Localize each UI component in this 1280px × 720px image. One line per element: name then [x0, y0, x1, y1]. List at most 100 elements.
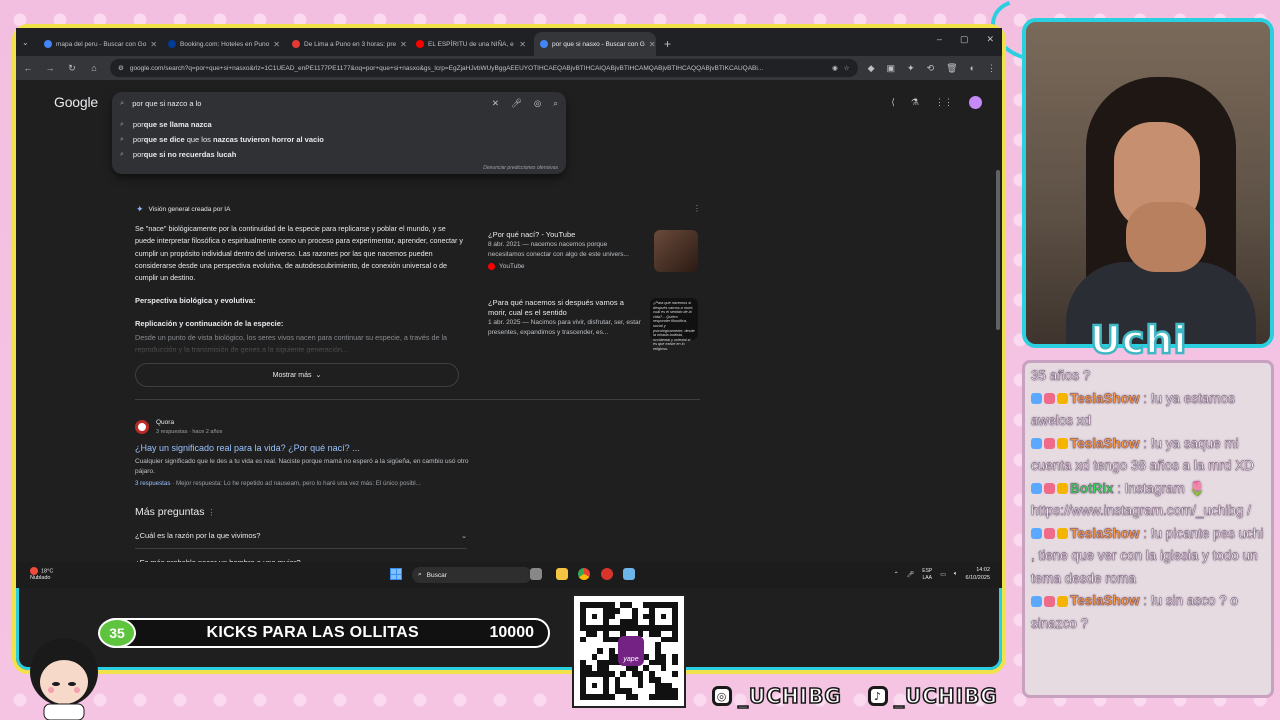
profile-icon[interactable]: ◐: [970, 63, 975, 74]
file-explorer-icon[interactable]: [556, 568, 568, 580]
menu-icon[interactable]: ⋮: [987, 63, 996, 74]
show-more-button[interactable]: Mostrar más ⌄: [135, 363, 459, 387]
language-indicator[interactable]: ESP LAA: [922, 568, 932, 582]
video-title[interactable]: ¿Para qué nacemos si después vamos a mor…: [488, 298, 644, 318]
chat-username: BotRix: [1070, 480, 1114, 496]
forward-icon[interactable]: →: [44, 63, 56, 73]
tab-4[interactable]: por que si nasxo - Buscar con G ✕: [534, 32, 656, 56]
goal-target: 10000: [489, 624, 535, 641]
more-options-icon[interactable]: ⋮: [693, 204, 701, 213]
answers-link[interactable]: 3 respuestas: [135, 480, 170, 487]
tab-favicon-icon: [416, 40, 424, 48]
task-view-icon[interactable]: [530, 568, 542, 580]
search-icon: ⌕: [120, 98, 125, 107]
chat-badge-icon: [1057, 595, 1068, 607]
chat-badge-icon: [1057, 483, 1068, 495]
close-tab-icon[interactable]: ✕: [649, 40, 656, 49]
video-thumbnail[interactable]: ¿Para qué nacemos si después vamos a mor…: [650, 298, 698, 351]
suggestion-item[interactable]: ⌕ porque se dice que los nazcas tuvieron…: [120, 135, 324, 144]
suggestion-completion: que se dice: [143, 135, 185, 144]
new-tab-button[interactable]: +: [658, 32, 677, 56]
video-title[interactable]: ¿Por qué nací? - YouTube: [488, 230, 644, 240]
suggestion-completion: nazcas tuvieron horror al vacio: [212, 135, 324, 144]
bookmark-star-icon[interactable]: ☆: [844, 64, 850, 72]
chat-badge-icon: [1044, 528, 1055, 540]
tiktok-handle: ♪ _UCHIBG: [868, 683, 998, 709]
search-submit-icon[interactable]: ⌕: [553, 98, 558, 109]
google-header-actions: ⟨ ⚗ ⋮⋮: [891, 96, 982, 109]
video-thumbnail[interactable]: [654, 230, 698, 272]
microphone-icon[interactable]: 🎤︎: [907, 571, 915, 578]
close-tab-icon[interactable]: ✕: [150, 40, 157, 49]
app-icon[interactable]: [601, 568, 613, 580]
chat-badge-icon: [1044, 595, 1055, 607]
address-bar[interactable]: ⚙ google.com/search?q=por+que+si+nasxo&r…: [110, 59, 858, 77]
apps-grid-icon[interactable]: ⋮⋮: [935, 97, 953, 108]
chrome-icon[interactable]: [578, 568, 590, 580]
search-query[interactable]: por que si nazco a lo: [132, 99, 484, 108]
suggestion-item[interactable]: ⌕ porque si no recuerdas lucah: [120, 150, 236, 159]
microphone-icon[interactable]: 🎤︎: [511, 98, 522, 109]
tab-1[interactable]: Booking.com: Hoteles en Puno ✕: [162, 32, 284, 56]
tab-search-icon[interactable]: ⌄: [22, 38, 29, 47]
maximize-icon[interactable]: ▢: [960, 34, 969, 45]
share-icon[interactable]: ⟨: [891, 97, 895, 108]
trash-icon[interactable]: 🗑: [946, 63, 957, 74]
ai-overview-paragraph: Se "nace" biológicamente por la continui…: [135, 224, 464, 283]
app-icon[interactable]: [623, 568, 635, 580]
taskbar-search[interactable]: ⌕ Buscar: [412, 567, 532, 583]
close-window-icon[interactable]: ✕: [986, 34, 994, 45]
tab-favicon-icon: [540, 40, 548, 48]
yape-qr-code: yape: [572, 594, 686, 708]
browser-window: ⌄ mapa del peru - Buscar con Go ✕ Booking.…: [16, 28, 1002, 588]
avatar[interactable]: [969, 96, 982, 109]
result-source[interactable]: Quora: [156, 419, 174, 426]
clear-icon[interactable]: ✕: [492, 98, 499, 109]
chevron-up-icon[interactable]: ⌃: [894, 571, 899, 578]
sparkle-icon: ✦: [136, 204, 144, 214]
google-logo[interactable]: Google: [54, 94, 98, 110]
tab-3[interactable]: EL ESPÍRITU de una NIÑA, e ✕: [410, 32, 532, 56]
chat-badge-icon: [1031, 393, 1042, 405]
youtube-icon: [488, 263, 495, 271]
suggestion-item[interactable]: ⌕ porque se llama nazca: [120, 120, 212, 129]
windows-start-icon[interactable]: [390, 568, 402, 580]
browser-toolbar: ← → ↻ ⌂ ⚙ google.com/search?q=por+que+si…: [16, 56, 1002, 80]
history-icon[interactable]: ⟲: [927, 63, 935, 74]
minimize-icon[interactable]: –: [937, 34, 942, 45]
close-tab-icon[interactable]: ✕: [400, 40, 407, 49]
extension-icon[interactable]: ◆: [868, 63, 875, 74]
chat-text: 35 años ?: [1031, 368, 1091, 383]
paa-question[interactable]: ¿Cuál es la razón por la que vivimos? ⌄: [135, 523, 467, 549]
volume-icon[interactable]: 🔈︎: [954, 571, 958, 578]
video-card[interactable]: ¿Por qué nací? - YouTube 8 abr. 2021 — n…: [488, 230, 698, 272]
reload-icon[interactable]: ↻: [66, 63, 78, 74]
google-results-page: Google ⌕ por que si nazco a lo ✕ 🎤︎ ◎ ⌕ …: [16, 80, 1002, 588]
result-title-link[interactable]: ¿Hay un significado real para la vida? ¿…: [135, 443, 360, 453]
search-input[interactable]: ⌕ por que si nazco a lo ✕ 🎤︎ ◎ ⌕: [112, 92, 566, 114]
weather-temp: 18°C: [41, 568, 54, 575]
chevron-down-icon: ⌄: [315, 372, 322, 379]
back-icon[interactable]: ←: [22, 63, 34, 73]
tab-2[interactable]: De Lima a Puno en 3 horas: pre ✕: [286, 32, 408, 56]
report-predictions-link[interactable]: Denunciar predicciones ofensivas: [483, 165, 558, 171]
extension-icon[interactable]: ✦: [907, 63, 915, 74]
chat-message: TeslaShow : !u ya estamos awelos xd: [1031, 388, 1265, 433]
video-card[interactable]: ¿Para qué nacemos si después vamos a mor…: [488, 298, 698, 351]
labs-icon[interactable]: ⚗: [911, 97, 919, 108]
clock[interactable]: 14:02 6/10/2025: [966, 567, 990, 582]
home-icon[interactable]: ⌂: [88, 63, 100, 73]
more-options-icon[interactable]: ⋮: [207, 508, 215, 517]
lens-icon[interactable]: ◎: [534, 98, 541, 109]
site-info-icon[interactable]: ⚙: [118, 64, 124, 72]
page-scrollbar[interactable]: [996, 170, 1000, 330]
close-tab-icon[interactable]: ✕: [273, 40, 280, 49]
network-icon[interactable]: ▭: [940, 571, 946, 578]
location-icon[interactable]: ◉: [832, 64, 838, 72]
tab-0[interactable]: mapa del peru - Buscar con Go ✕: [38, 32, 160, 56]
tab-label: por que si nasxo - Buscar con G: [552, 40, 645, 48]
close-tab-icon[interactable]: ✕: [519, 40, 526, 49]
weather-widget[interactable]: 18°C Nublado: [30, 567, 53, 582]
extension-icon[interactable]: ▣: [887, 63, 896, 74]
tab-label: EL ESPÍRITU de una NIÑA, e: [428, 40, 514, 48]
